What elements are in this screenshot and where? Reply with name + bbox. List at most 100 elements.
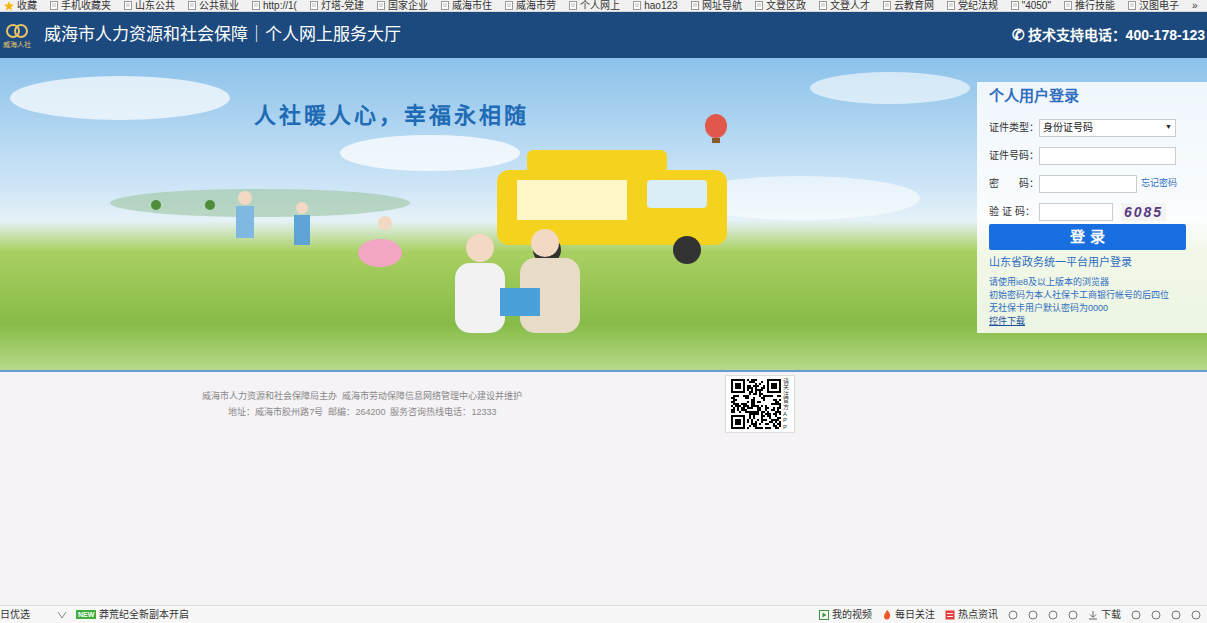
tool-icon bbox=[1028, 610, 1038, 620]
id-number-input[interactable] bbox=[1039, 147, 1176, 165]
bookmark-item[interactable]: 灯塔-党建 bbox=[310, 0, 364, 12]
captcha-image[interactable]: 6085 bbox=[1121, 203, 1166, 221]
login-notes: 请使用ie8及以上版本的浏览器初始密码为本人社保卡工商银行帐号的后四位无社保卡用… bbox=[989, 276, 1199, 328]
bookmark-item[interactable]: 威海市劳 bbox=[505, 0, 556, 12]
star-icon bbox=[4, 1, 14, 11]
page-icon bbox=[252, 1, 260, 10]
qr-code[interactable]: 请关注官方APP bbox=[725, 375, 795, 433]
tool-icon bbox=[1151, 610, 1161, 620]
bookmark-item[interactable]: 网址导航 bbox=[691, 0, 742, 12]
bookmark-label[interactable]: 山东公共 bbox=[135, 0, 175, 12]
qr-code-icon bbox=[731, 379, 781, 429]
bookmark-label[interactable]: 威海市住 bbox=[452, 0, 492, 12]
status-label[interactable]: 每日关注 bbox=[895, 607, 935, 622]
status-label[interactable]: 下载 bbox=[1101, 607, 1121, 622]
page-icon bbox=[947, 1, 955, 10]
video-icon bbox=[819, 610, 829, 620]
footer-line: 地址：威海市胶州路7号 邮编：264200 服务咨询热线电话：12333 bbox=[228, 404, 496, 420]
bookmark-item[interactable]: 党纪法规 bbox=[947, 0, 998, 12]
unified-login-link[interactable]: 山东省政务统一平台用户登录 bbox=[989, 255, 1199, 269]
password-input[interactable] bbox=[1039, 175, 1137, 193]
page-icon bbox=[755, 1, 763, 10]
login-panel: 个人用户登录证件类型：身份证号码▼证件号码：密 码：忘记密码验 证 码：6085… bbox=[977, 82, 1207, 333]
bookmark-item[interactable]: hao123 bbox=[633, 0, 677, 12]
field-label: 密 码： bbox=[989, 176, 1039, 191]
page-icon bbox=[310, 1, 318, 10]
tool-icon bbox=[1048, 610, 1058, 620]
bookmark-label[interactable]: 国家企业 bbox=[388, 0, 428, 12]
id-type-select[interactable]: 身份证号码▼ bbox=[1039, 119, 1176, 137]
bookmark-item[interactable]: 个人网上 bbox=[569, 0, 620, 12]
bookmark-item[interactable]: » bbox=[1192, 0, 1198, 12]
form-row: 密 码： 忘记密码 bbox=[989, 174, 1199, 193]
dropdown-arrow-icon: ▼ bbox=[1165, 122, 1172, 133]
bookmark-label[interactable]: http://1( bbox=[263, 0, 297, 12]
site-header: 威海人社威海市人力资源和社会保障｜个人网上服务大厅✆技术支持电话：400-178… bbox=[0, 12, 1207, 58]
bookmarks-bar: 收藏 手机收藏夹 山东公共 公共就业 http://1( 灯塔-党建 国家企业 威海市住 威海市… bbox=[0, 0, 1207, 12]
footer-line: 威海市人力资源和社会保障局主办 威海市劳动保障信息网络管理中心建设并维护 bbox=[202, 388, 522, 404]
status-label[interactable]: 我的视频 bbox=[832, 607, 872, 622]
bookmark-label[interactable]: 推行技能 bbox=[1075, 0, 1115, 12]
login-button[interactable]: 登 录 bbox=[989, 224, 1186, 250]
bookmark-label[interactable]: 公共就业 bbox=[199, 0, 239, 12]
bookmark-item[interactable]: 云教育网 bbox=[883, 0, 934, 12]
bookmark-item[interactable]: 手机收藏夹 bbox=[50, 0, 111, 12]
logo-icon bbox=[6, 22, 28, 40]
page-icon bbox=[377, 1, 385, 10]
bookmark-label[interactable]: 汉图电子 bbox=[1139, 0, 1179, 12]
login-note: 请使用ie8及以上版本的浏览器 bbox=[989, 276, 1199, 289]
bookmark-item[interactable]: 威海市住 bbox=[441, 0, 492, 12]
new-badge: NEW bbox=[76, 610, 96, 619]
status-item[interactable]: 热点资讯 bbox=[945, 607, 998, 622]
bookmark-item[interactable]: 山东公共 bbox=[124, 0, 175, 12]
tool-icon bbox=[1008, 610, 1018, 620]
page-icon bbox=[1011, 1, 1019, 10]
banner: 人社暖人心，幸福永相随 个人用户登录证件类型：身份证号码▼证件号码： 密 码： 忘记密… bbox=[0, 58, 1207, 370]
captcha-input[interactable] bbox=[1039, 203, 1113, 221]
bookmark-label[interactable]: 收藏 bbox=[17, 0, 37, 12]
bookmark-label[interactable]: 网址导航 bbox=[702, 0, 742, 12]
forgot-password-link[interactable]: 忘记密码 bbox=[1141, 177, 1177, 191]
bookmark-item[interactable]: http://1( bbox=[252, 0, 297, 12]
bookmark-label[interactable]: 文登人才 bbox=[830, 0, 870, 12]
bookmark-label[interactable]: » bbox=[1192, 0, 1198, 12]
qr-caption: 请关注官方APP bbox=[783, 378, 789, 431]
flame-icon bbox=[882, 610, 892, 620]
bookmark-label[interactable]: 威海市劳 bbox=[516, 0, 556, 12]
bookmark-item[interactable]: 文登区政 bbox=[755, 0, 806, 12]
bookmark-item[interactable]: 国家企业 bbox=[377, 0, 428, 12]
tool-icon bbox=[1131, 610, 1141, 620]
login-note: 无社保卡用户默认密码为0000 bbox=[989, 302, 1199, 315]
news-text[interactable]: 莽荒纪全新副本开启 bbox=[99, 607, 189, 622]
field-label: 证件类型： bbox=[989, 120, 1039, 135]
bookmark-label[interactable]: 个人网上 bbox=[580, 0, 620, 12]
bookmark-item[interactable]: "4050" bbox=[1011, 0, 1051, 12]
field-label: 证件号码： bbox=[989, 148, 1039, 163]
status-item[interactable]: 下载 bbox=[1088, 607, 1121, 622]
login-title: 个人用户登录 bbox=[989, 86, 1199, 106]
news-ticker[interactable]: NEW莽荒纪全新副本开启 bbox=[76, 607, 189, 622]
chevron-icon bbox=[56, 610, 68, 620]
bookmark-label[interactable]: 云教育网 bbox=[894, 0, 934, 12]
banner-slogan: 人社暖人心，幸福永相随 bbox=[254, 102, 529, 130]
daily-picks[interactable]: 日优选 bbox=[0, 607, 30, 622]
status-item[interactable]: 每日关注 bbox=[882, 607, 935, 622]
bookmark-label[interactable]: "4050" bbox=[1022, 0, 1051, 12]
status-item[interactable]: 我的视频 bbox=[819, 607, 872, 622]
bookmark-item[interactable]: 公共就业 bbox=[188, 0, 239, 12]
bookmark-label[interactable]: 手机收藏夹 bbox=[61, 0, 111, 12]
bookmark-label[interactable]: 灯塔-党建 bbox=[321, 0, 364, 12]
phone-icon: ✆ bbox=[1012, 24, 1025, 47]
site-logo[interactable]: 威海人社 bbox=[0, 12, 34, 58]
bookmark-label[interactable]: hao123 bbox=[644, 0, 677, 12]
bookmark-label[interactable]: 党纪法规 bbox=[958, 0, 998, 12]
tool-icon bbox=[1191, 610, 1201, 620]
bookmark-label[interactable]: 文登区政 bbox=[766, 0, 806, 12]
bookmark-item[interactable]: 汉图电子 bbox=[1128, 0, 1179, 12]
bookmark-item[interactable]: 文登人才 bbox=[819, 0, 870, 12]
status-label[interactable]: 热点资讯 bbox=[958, 607, 998, 622]
bookmark-item[interactable]: 推行技能 bbox=[1064, 0, 1115, 12]
bookmark-item[interactable]: 收藏 bbox=[4, 0, 37, 12]
page-icon bbox=[569, 1, 577, 10]
plugin-download-link[interactable]: 控件下载 bbox=[989, 315, 1199, 328]
